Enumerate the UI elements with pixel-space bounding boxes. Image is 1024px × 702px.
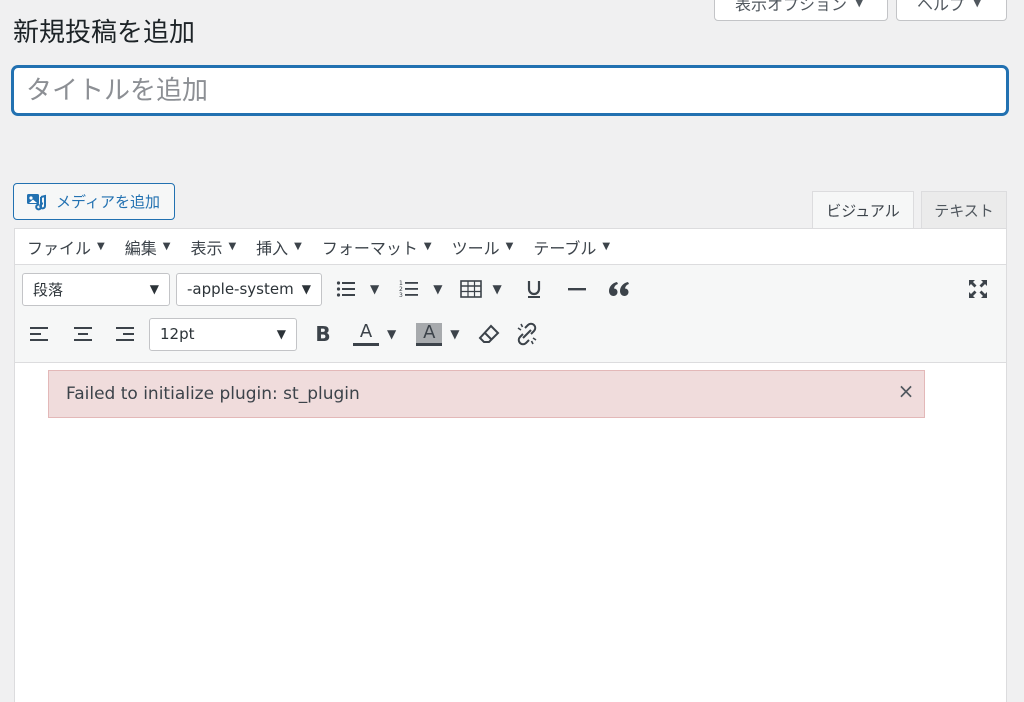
text-color-button[interactable]: A ▼ — [353, 317, 396, 351]
block-format-select[interactable]: 段落 ▼ — [22, 272, 170, 306]
help-button[interactable]: ヘルプ ▼ — [896, 0, 1007, 21]
caret-down-icon: ▼ — [387, 327, 397, 341]
fullscreen-icon — [969, 280, 987, 298]
error-notice: Failed to initialize plugin: st_plugin × — [48, 370, 925, 418]
font-family-value: -apple-system — [187, 280, 294, 298]
unlink-button[interactable] — [515, 317, 539, 351]
align-right-button[interactable] — [113, 317, 137, 351]
font-size-select[interactable]: 12pt ▼ — [149, 317, 297, 351]
editor-content-area[interactable]: Failed to initialize plugin: st_plugin × — [15, 363, 1006, 702]
background-color-icon: A — [416, 321, 443, 346]
caret-down-icon: ▼ — [228, 241, 237, 252]
page-title: 新規投稿を追加 — [13, 18, 196, 48]
align-left-button[interactable] — [27, 317, 51, 351]
menu-label: フォーマット — [321, 238, 418, 258]
numbered-list-icon: 1 2 3 — [399, 280, 419, 299]
align-center-icon — [74, 327, 92, 341]
editor-menubar: ファイル ▼ 編集 ▼ 表示 ▼ 挿入 ▼ フォーマット ▼ ツール ▼ テーブル ▼ — [15, 229, 1006, 265]
caret-down-icon: ▼ — [276, 327, 286, 341]
font-size-value: 12pt — [160, 325, 195, 343]
text-color-icon: A — [353, 320, 379, 346]
menu-label: ツール — [451, 238, 500, 258]
caret-down-icon: ▼ — [294, 241, 302, 252]
horizontal-line-button[interactable] — [566, 272, 588, 306]
tab-visual[interactable]: ビジュアル — [812, 191, 914, 229]
tab-text[interactable]: テキスト — [921, 191, 1007, 229]
caret-down-icon: ▼ — [855, 0, 864, 9]
bullet-list-button[interactable]: ▼ — [336, 272, 379, 306]
bullet-list-icon — [336, 281, 355, 297]
menu-label: ファイル — [27, 238, 92, 258]
table-icon — [460, 280, 483, 298]
align-center-button[interactable] — [71, 317, 95, 351]
fullscreen-button[interactable] — [966, 272, 990, 306]
caret-down-icon: ▼ — [301, 282, 311, 296]
caret-down-icon: ▼ — [433, 282, 443, 296]
table-button[interactable]: ▼ — [460, 272, 502, 306]
menu-tools[interactable]: ツール ▼ — [452, 235, 514, 259]
add-media-icon — [27, 193, 46, 210]
caret-down-icon: ▼ — [973, 0, 982, 9]
notice-message: Failed to initialize plugin: st_plugin — [66, 384, 360, 404]
menu-label: 挿入 — [256, 238, 289, 258]
caret-down-icon: ▼ — [602, 241, 611, 252]
background-color-swatch — [416, 342, 443, 346]
add-media-label: メディアを追加 — [56, 193, 160, 211]
bold-button[interactable]: B — [313, 317, 333, 351]
background-color-glyph: A — [423, 321, 436, 343]
menu-file[interactable]: ファイル ▼ — [27, 235, 105, 259]
help-label: ヘルプ — [917, 0, 966, 14]
screen-options-button[interactable]: 表示オプション ▼ — [714, 0, 888, 21]
menu-insert[interactable]: 挿入 ▼ — [256, 235, 302, 259]
menu-label: 編集 — [124, 238, 157, 258]
numbered-list-button[interactable]: 1 2 3 ▼ — [399, 272, 442, 306]
add-media-button[interactable]: メディアを追加 — [13, 183, 175, 220]
blockquote-button[interactable] — [608, 272, 630, 306]
blockquote-icon — [608, 282, 629, 296]
caret-down-icon: ▼ — [505, 241, 514, 252]
clear-formatting-button[interactable] — [477, 317, 501, 351]
caret-down-icon: ▼ — [370, 282, 380, 296]
post-title-input[interactable] — [12, 66, 1008, 115]
editor-toolbar: 段落 ▼ -apple-system ▼ ▼ 1 2 3 ▼ ▼ 12pt ▼ … — [15, 265, 1006, 363]
block-format-value: 段落 — [33, 280, 64, 299]
menu-edit[interactable]: 編集 ▼ — [125, 235, 171, 259]
horizontal-line-icon — [567, 288, 586, 291]
toolbar-row-1: 段落 ▼ -apple-system ▼ ▼ 1 2 3 ▼ ▼ — [15, 267, 1006, 311]
caret-down-icon: ▼ — [149, 282, 159, 296]
toolbar-row-2: 12pt ▼ B A ▼ A ▼ — [15, 312, 1006, 356]
align-right-icon — [116, 327, 134, 341]
screen-options-label: 表示オプション — [735, 0, 848, 14]
caret-down-icon: ▼ — [97, 241, 105, 252]
menu-view[interactable]: 表示 ▼ — [190, 235, 236, 259]
caret-down-icon: ▼ — [450, 327, 460, 341]
caret-down-icon: ▼ — [423, 241, 432, 252]
menu-table[interactable]: テーブル ▼ — [533, 235, 610, 259]
align-left-icon — [30, 327, 48, 341]
svg-text:3: 3 — [399, 292, 403, 299]
background-color-button[interactable]: A ▼ — [416, 317, 459, 351]
bold-icon: B — [315, 322, 331, 346]
text-color-glyph: A — [359, 320, 373, 342]
classic-editor: ファイル ▼ 編集 ▼ 表示 ▼ 挿入 ▼ フォーマット ▼ ツール ▼ テーブル ▼ 段落 … — [14, 228, 1007, 702]
menu-format[interactable]: フォーマット ▼ — [322, 235, 432, 259]
clear-formatting-icon — [479, 324, 500, 343]
caret-down-icon: ▼ — [162, 241, 171, 252]
menu-label: テーブル — [533, 238, 597, 258]
close-icon[interactable]: × — [897, 379, 915, 403]
caret-down-icon: ▼ — [492, 282, 502, 296]
underline-icon — [527, 281, 540, 298]
text-color-swatch — [353, 342, 379, 346]
unlink-icon — [518, 322, 537, 346]
menu-label: 表示 — [190, 238, 223, 258]
font-family-select[interactable]: -apple-system ▼ — [176, 272, 322, 306]
underline-button[interactable] — [524, 272, 544, 306]
